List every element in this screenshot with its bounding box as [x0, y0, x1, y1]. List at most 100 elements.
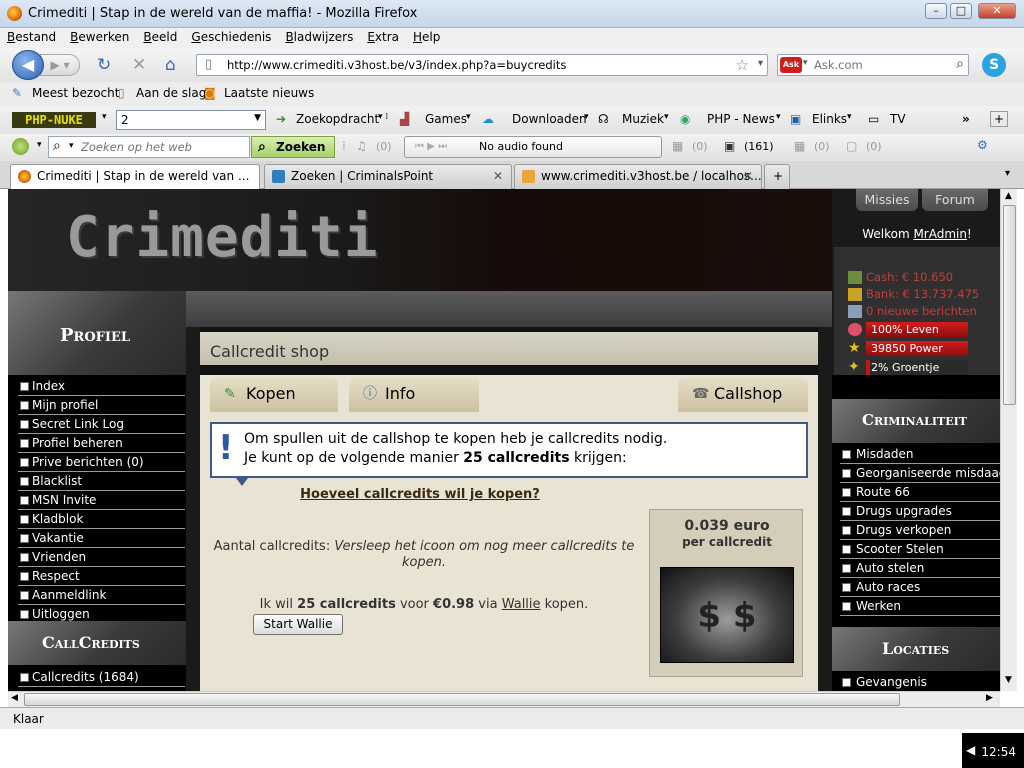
- menu-beeld[interactable]: Beeld: [136, 28, 184, 44]
- url-dropdown-icon[interactable]: ▾: [758, 58, 763, 69]
- search-dropdown-icon[interactable]: ▾: [69, 141, 74, 151]
- close-window-button[interactable]: ✕: [978, 3, 1016, 19]
- menu-secret-link-log[interactable]: Secret Link Log: [18, 415, 185, 434]
- toolbar-select[interactable]: 2 ▼: [116, 110, 266, 130]
- start-wallie-button[interactable]: Start Wallie: [253, 614, 343, 635]
- scroll-down-icon[interactable]: ▼: [1005, 675, 1012, 685]
- forward-button[interactable]: ▶ ▾: [40, 54, 80, 76]
- audio-player[interactable]: ⏮ ▶ ⏭ No audio found: [404, 136, 662, 158]
- menu-help[interactable]: Help: [406, 28, 447, 44]
- toolbar-elinks[interactable]: Elinks: [812, 112, 847, 126]
- grid-icon[interactable]: ▦: [794, 139, 805, 153]
- clock[interactable]: 12:54: [981, 745, 1016, 759]
- tab-list-icon[interactable]: ▾: [1005, 168, 1010, 179]
- menu-bestand[interactable]: Bestand: [0, 28, 63, 44]
- menu-msn-invite[interactable]: MSN Invite: [18, 491, 185, 510]
- site-logo[interactable]: Crimediti: [66, 205, 378, 270]
- doc-icon[interactable]: ▢: [846, 139, 857, 153]
- menu-respect[interactable]: Respect: [18, 567, 185, 586]
- player-controls-icon[interactable]: ⏮ ▶ ⏭: [415, 137, 447, 157]
- menu-werken[interactable]: Werken: [840, 597, 1000, 616]
- search-engine-dropdown-icon[interactable]: ▾: [803, 58, 808, 68]
- bookmark-meest-bezocht[interactable]: Meest bezocht: [32, 86, 119, 100]
- menu-callcredits[interactable]: Callcredits (1684): [18, 668, 185, 687]
- tab-phpmyadmin[interactable]: www.crimediti.v3host.be / localhos... ✕: [514, 164, 762, 189]
- search-icon[interactable]: ⌕: [956, 56, 964, 72]
- volume-icon[interactable]: ♫: [356, 139, 367, 153]
- web-search-box[interactable]: Ask ▾ ⌕: [777, 54, 969, 76]
- bookmark-aan-de-slag[interactable]: Aan de slag: [136, 86, 206, 100]
- bookmark-star-icon[interactable]: ☆: [736, 56, 749, 74]
- muziek-dropdown-icon[interactable]: ▾: [664, 112, 669, 122]
- menu-auto-stelen[interactable]: Auto stelen: [840, 559, 1000, 578]
- php-news-dropdown-icon[interactable]: ▾: [776, 112, 781, 122]
- horizontal-scroll-thumb[interactable]: [24, 693, 900, 706]
- missies-tab[interactable]: Missies: [856, 189, 918, 211]
- vertical-scroll-thumb[interactable]: [1003, 205, 1016, 405]
- url-bar[interactable]: ▯ http://www.crimediti.v3host.be/v3/inde…: [196, 54, 768, 76]
- menu-profiel-beheren[interactable]: Profiel beheren: [18, 434, 185, 453]
- toolbar-downloaden[interactable]: Downloaden: [512, 112, 587, 126]
- reload-icon[interactable]: ↻: [97, 55, 111, 75]
- scroll-right-icon[interactable]: ▶: [986, 693, 993, 703]
- toolbar-php-news[interactable]: PHP - News: [707, 112, 775, 126]
- forum-tab[interactable]: Forum: [922, 189, 988, 211]
- tab-kopen[interactable]: ✎ Kopen: [210, 378, 338, 412]
- menu-vrienden[interactable]: Vrienden: [18, 548, 185, 567]
- menu-route-66[interactable]: Route 66: [840, 483, 1000, 502]
- tab-info[interactable]: ⓘ Info: [349, 378, 479, 412]
- close-tab-icon[interactable]: ✕: [743, 165, 753, 188]
- home-icon[interactable]: ⌂: [165, 55, 176, 75]
- messages-link[interactable]: 0 nieuwe berichten: [866, 304, 977, 318]
- menu-scooter-stelen[interactable]: Scooter Stelen: [840, 540, 1000, 559]
- tab-criminalspoint[interactable]: Zoeken | CriminalsPoint ✕: [264, 164, 512, 189]
- menu-extra[interactable]: Extra: [360, 28, 406, 44]
- menu-bewerken[interactable]: Bewerken: [63, 28, 136, 44]
- toolbar-logo-icon[interactable]: [12, 138, 29, 155]
- menu-prive-berichten[interactable]: Prive berichten (0): [18, 453, 185, 472]
- bookmark-laatste-nieuws[interactable]: Laatste nieuws: [224, 86, 314, 100]
- logo-dropdown-icon[interactable]: ▾: [37, 140, 42, 150]
- tab-crimediti[interactable]: Crimediti | Stap in de wereld van ...: [10, 164, 260, 190]
- downloaden-dropdown-icon[interactable]: ▾: [584, 112, 589, 122]
- calendar-icon[interactable]: ▦: [672, 139, 683, 153]
- new-tab-button[interactable]: +: [764, 164, 790, 189]
- horizontal-scrollbar[interactable]: ◀ ▶: [8, 691, 1000, 707]
- menu-bladwijzers[interactable]: Bladwijzers: [278, 28, 360, 44]
- phpnuke-logo[interactable]: PHP-NUKE: [12, 112, 96, 128]
- ask-logo-icon[interactable]: Ask: [780, 57, 802, 73]
- settings-icon[interactable]: ⚙: [977, 138, 988, 152]
- menu-blacklist[interactable]: Blacklist: [18, 472, 185, 491]
- dropdown-icon[interactable]: ▾ ⁞: [378, 112, 388, 122]
- vertical-scrollbar[interactable]: ▲ ▼: [1000, 189, 1017, 691]
- web-search-input[interactable]: [814, 57, 954, 73]
- scroll-up-icon[interactable]: ▲: [1005, 191, 1012, 201]
- toolbar-muziek[interactable]: Muziek: [622, 112, 664, 126]
- menu-georganiseerde-misdaad[interactable]: Georganiseerde misdaad: [840, 464, 1000, 483]
- toolbar-search-input[interactable]: [81, 140, 241, 154]
- toolbar-zoekopdracht[interactable]: Zoekopdracht: [296, 112, 379, 126]
- menu-drugs-verkopen[interactable]: Drugs verkopen: [840, 521, 1000, 540]
- menu-gevangenis[interactable]: Gevangenis: [840, 673, 1000, 691]
- maximize-button[interactable]: □: [950, 3, 972, 19]
- username-link[interactable]: MrAdmin: [913, 227, 967, 241]
- menu-index[interactable]: Index: [18, 377, 185, 396]
- phpnuke-dropdown-icon[interactable]: ▾: [102, 112, 107, 122]
- scroll-left-icon[interactable]: ◀: [11, 693, 18, 703]
- toolbar-games[interactable]: Games: [425, 112, 467, 126]
- skype-icon[interactable]: S: [982, 53, 1006, 77]
- elinks-dropdown-icon[interactable]: ▾: [847, 112, 852, 122]
- back-button[interactable]: ◀: [12, 50, 44, 80]
- menu-auto-races[interactable]: Auto races: [840, 578, 1000, 597]
- tab-callshop[interactable]: ☎ Callshop: [678, 378, 808, 412]
- monitor-icon[interactable]: ▣: [724, 139, 735, 153]
- menu-mijn-profiel[interactable]: Mijn profiel: [18, 396, 185, 415]
- menu-geschiedenis[interactable]: Geschiedenis: [184, 28, 278, 44]
- toolbar-tv[interactable]: TV: [890, 112, 906, 126]
- menu-drugs-upgrades[interactable]: Drugs upgrades: [840, 502, 1000, 521]
- games-dropdown-icon[interactable]: ▾: [466, 112, 471, 122]
- chevron-more-icon[interactable]: »: [962, 112, 970, 126]
- speaker-icon[interactable]: ◀: [966, 743, 975, 757]
- stop-icon[interactable]: ✕: [132, 55, 146, 75]
- add-icon[interactable]: +: [990, 111, 1008, 127]
